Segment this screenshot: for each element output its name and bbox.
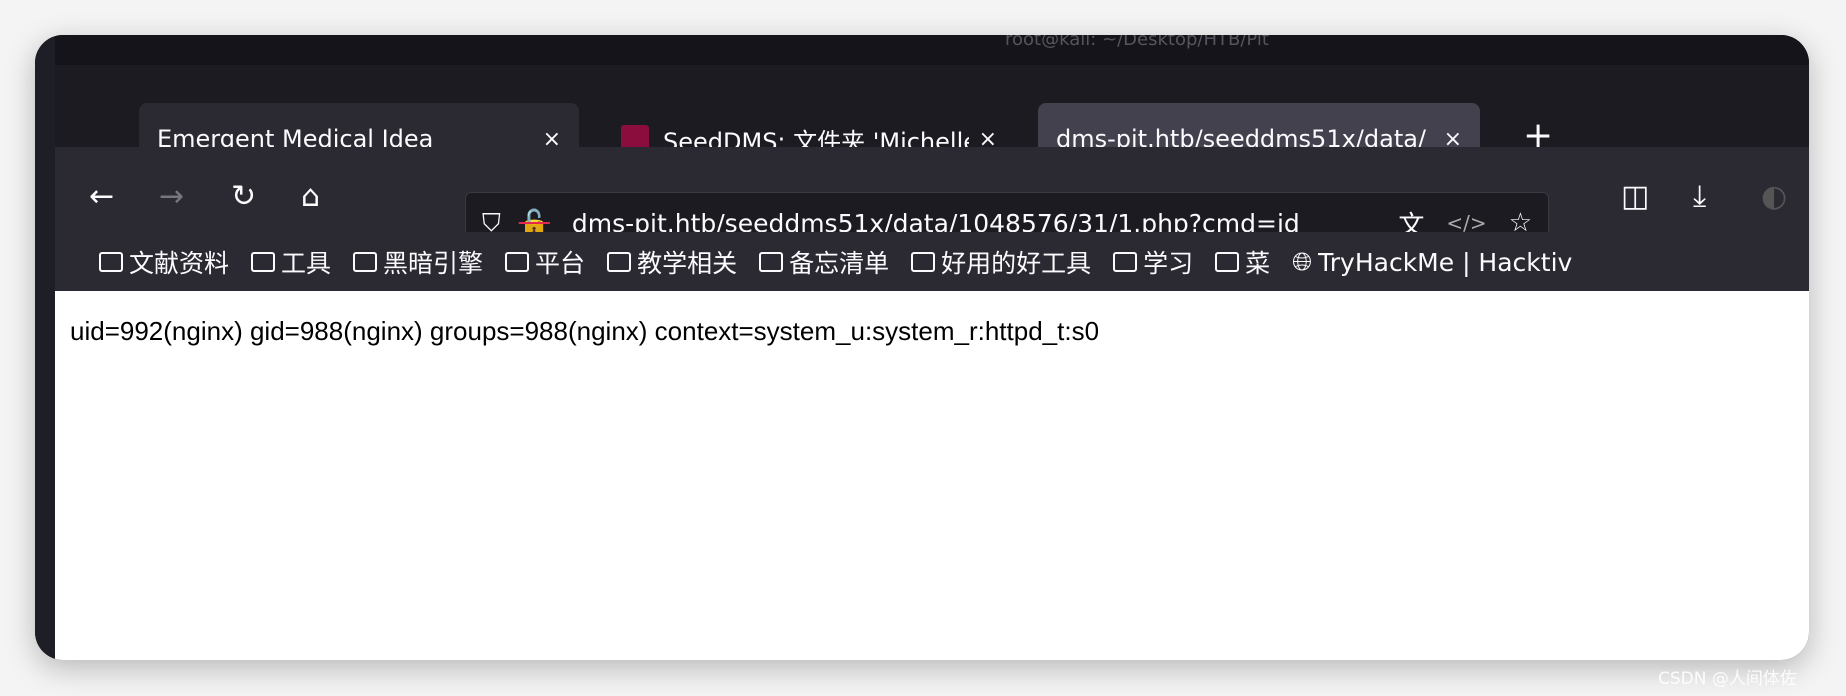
- bookmarks-toolbar: 文献资料 工具 黑暗引擎 平台 教学相关 备忘清单 好用的好工具 学习 菜 🌐︎…: [55, 232, 1809, 292]
- extension-icon[interactable]: ◐: [1761, 179, 1787, 214]
- globe-icon: 🌐︎: [1292, 247, 1313, 276]
- title-bar: root@kali: ~/Desktop/HTB/Pit: [55, 35, 1809, 65]
- folder-icon: [1215, 252, 1240, 272]
- reload-icon[interactable]: ↻: [231, 179, 256, 214]
- folder-icon: [99, 252, 123, 272]
- bookmark-folder[interactable]: 好用的好工具: [911, 244, 1091, 280]
- folder-icon: [607, 252, 632, 272]
- bookmark-label: 备忘清单: [789, 249, 890, 278]
- browser-window: root@kali: ~/Desktop/HTB/Pit Emergent Me…: [35, 35, 1809, 660]
- home-icon[interactable]: ⌂: [301, 179, 320, 214]
- download-icon[interactable]: ⤓: [1693, 179, 1706, 214]
- bookmark-label: 菜: [1245, 249, 1271, 278]
- watermark: CSDN @人间体佐: [1658, 669, 1797, 689]
- folder-icon: [251, 252, 276, 272]
- command-output: uid=992(nginx) gid=988(nginx) groups=988…: [70, 316, 1100, 346]
- bookmark-label: 工具: [281, 249, 332, 278]
- folder-icon: [505, 252, 530, 272]
- bookmark-tryhackme[interactable]: 🌐︎ TryHackMe | Hacktiv: [1292, 247, 1572, 277]
- bookmark-folder[interactable]: 平台: [505, 244, 585, 280]
- bookmark-label: 黑暗引擎: [383, 249, 484, 278]
- bookmark-folder[interactable]: 黑暗引擎: [353, 244, 483, 280]
- forward-arrow-icon[interactable]: →: [159, 179, 184, 214]
- bookmark-folder[interactable]: 教学相关: [607, 244, 737, 280]
- bookmark-label: 学习: [1143, 249, 1194, 278]
- bookmark-folder[interactable]: 工具: [251, 244, 331, 280]
- window-title: root@kali: ~/Desktop/HTB/Pit: [1005, 35, 1269, 50]
- folder-icon: [759, 252, 784, 272]
- folder-icon: [911, 252, 936, 272]
- folder-icon: [1113, 252, 1138, 272]
- bookmark-label: 教学相关: [637, 249, 738, 278]
- bookmark-folder[interactable]: 文献资料: [99, 244, 229, 280]
- page-content: uid=992(nginx) gid=988(nginx) groups=988…: [55, 291, 1809, 660]
- bookmark-folder[interactable]: 学习: [1113, 244, 1193, 280]
- bookmark-label: 平台: [535, 249, 586, 278]
- bookmark-label: 文献资料: [129, 249, 230, 278]
- background-editor-strip: [35, 35, 55, 660]
- pocket-icon[interactable]: ◫: [1621, 179, 1649, 214]
- bookmark-folder[interactable]: 备忘清单: [759, 244, 889, 280]
- bookmark-folder[interactable]: 菜: [1215, 244, 1270, 280]
- bookmark-label: TryHackMe | Hacktiv: [1318, 247, 1573, 277]
- back-arrow-icon[interactable]: ←: [89, 179, 114, 214]
- bookmark-label: 好用的好工具: [941, 249, 1092, 278]
- folder-icon: [353, 252, 378, 272]
